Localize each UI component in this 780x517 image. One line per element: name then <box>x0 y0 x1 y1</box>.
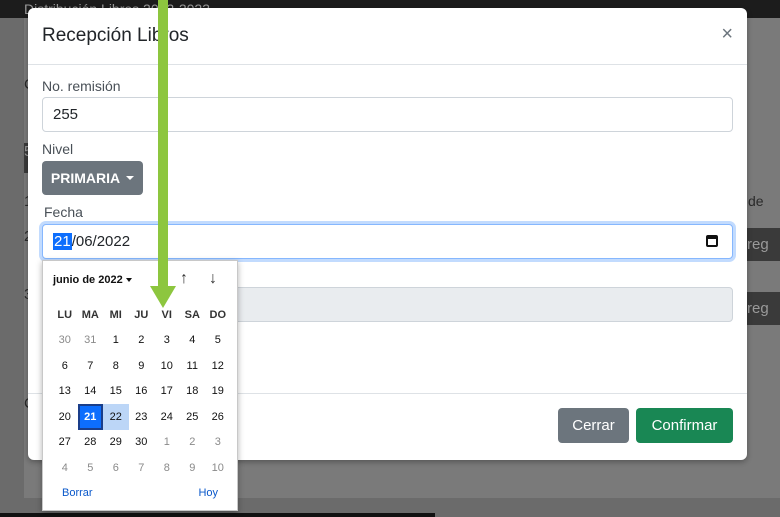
weekday-label: SA <box>184 308 200 321</box>
calendar-day[interactable]: 2 <box>129 328 155 354</box>
fecha-label: Fecha <box>44 204 83 220</box>
weekday-label: VI <box>161 308 172 321</box>
month-label: junio de 2022 <box>53 274 123 286</box>
calendar-day[interactable]: 5 <box>205 328 231 354</box>
calendar-day[interactable]: 22 <box>103 404 129 430</box>
calendar-day[interactable]: 28 <box>78 430 104 456</box>
calendar-week-row: 13 14 15 16 17 18 19 <box>52 379 232 405</box>
calendar-week-row: 4 5 6 7 8 9 10 <box>52 455 232 481</box>
calendar-day[interactable]: 10 <box>205 455 231 481</box>
confirmar-button[interactable]: Confirmar <box>636 408 733 443</box>
date-picker-popup: junio de 2022 ↑ ↓ LU MA MI JU VI SA DO 30 31 1 2 3 4… <box>42 260 238 511</box>
calendar-day[interactable]: 27 <box>52 430 78 456</box>
background-button: reg <box>747 228 780 261</box>
calendar-day[interactable]: 16 <box>129 379 155 405</box>
background-bottom-bar <box>0 513 435 517</box>
cerrar-button[interactable]: Cerrar <box>558 408 629 443</box>
calendar-day[interactable]: 31 <box>78 328 104 354</box>
nivel-dropdown-button[interactable]: PRIMARIA <box>42 161 143 195</box>
calendar-day[interactable]: 3 <box>205 430 231 456</box>
calendar-day[interactable]: 14 <box>78 379 104 405</box>
modal-header: Recepción Libros × <box>28 8 747 65</box>
clear-date-link[interactable]: Borrar <box>62 487 93 499</box>
calendar-day[interactable]: 1 <box>103 328 129 354</box>
calendar-day[interactable]: 7 <box>129 455 155 481</box>
calendar-day[interactable]: 4 <box>52 455 78 481</box>
calendar-week-row: 27 28 29 30 1 2 3 <box>52 430 232 456</box>
calendar-day[interactable]: 9 <box>129 353 155 379</box>
calendar-day-selected[interactable]: 21 <box>77 404 103 430</box>
caret-down-icon <box>125 278 132 283</box>
calendar-day[interactable]: 1 <box>154 430 180 456</box>
calendar-week-row: 30 31 1 2 3 4 5 <box>52 328 232 354</box>
calendar-day[interactable]: 9 <box>180 455 206 481</box>
calendar-day[interactable]: 2 <box>180 430 206 456</box>
calendar-day[interactable]: 4 <box>180 328 206 354</box>
month-selector[interactable]: junio de 2022 <box>53 274 132 286</box>
fecha-rest: /06/2022 <box>71 233 131 250</box>
calendar-day[interactable]: 26 <box>205 404 231 430</box>
fecha-day-segment[interactable]: 21 <box>53 233 72 250</box>
weekday-header-row: LU MA MI JU VI SA DO <box>52 302 232 328</box>
calendar-day[interactable]: 13 <box>52 379 78 405</box>
previous-month-arrow-icon[interactable]: ↑ <box>180 270 188 288</box>
fecha-date-input[interactable]: 21/06/2022 <box>42 224 733 259</box>
background-button: reg <box>747 292 780 325</box>
close-icon[interactable]: × <box>721 24 733 44</box>
weekday-label: LU <box>57 308 73 321</box>
caret-down-icon <box>126 176 135 180</box>
calendar-day[interactable]: 20 <box>52 404 78 430</box>
calendar-day[interactable]: 10 <box>154 353 180 379</box>
calendar-day[interactable]: 6 <box>103 455 129 481</box>
nivel-value: PRIMARIA <box>50 170 121 186</box>
calendar-day[interactable]: 8 <box>103 353 129 379</box>
calendar-icon[interactable] <box>706 235 718 247</box>
calendar-day[interactable]: 3 <box>154 328 180 354</box>
calendar-day[interactable]: 7 <box>78 353 104 379</box>
nivel-label: Nivel <box>42 141 74 157</box>
calendar-day[interactable]: 12 <box>205 353 231 379</box>
calendar-grid: LU MA MI JU VI SA DO 30 31 1 2 3 4 5 6 7 8 9 10 11 12 13 14 15 1… <box>52 302 232 481</box>
weekday-label: DO <box>209 308 227 321</box>
calendar-day[interactable]: 30 <box>129 430 155 456</box>
calendar-week-row: 6 7 8 9 10 11 12 <box>52 353 232 379</box>
modal-title: Recepción Libros <box>42 25 189 46</box>
calendar-day[interactable]: 30 <box>52 328 78 354</box>
calendar-day[interactable]: 5 <box>78 455 104 481</box>
calendar-day[interactable]: 24 <box>154 404 180 430</box>
remision-input[interactable]: 255 <box>42 97 733 132</box>
calendar-day[interactable]: 6 <box>52 353 78 379</box>
weekday-label: JU <box>134 308 149 321</box>
weekday-label: MI <box>109 308 122 321</box>
background-fragment: de <box>748 193 764 209</box>
calendar-day[interactable]: 15 <box>103 379 129 405</box>
remision-value: 255 <box>53 106 79 123</box>
calendar-day[interactable]: 18 <box>180 379 206 405</box>
calendar-day[interactable]: 11 <box>180 353 206 379</box>
calendar-day[interactable]: 23 <box>129 404 155 430</box>
calendar-week-row: 20 21 22 23 24 25 26 <box>52 404 232 430</box>
calendar-day[interactable]: 8 <box>154 455 180 481</box>
remision-label: No. remisión <box>42 78 121 94</box>
calendar-day[interactable]: 29 <box>103 430 129 456</box>
today-link[interactable]: Hoy <box>198 487 218 499</box>
calendar-day[interactable]: 17 <box>154 379 180 405</box>
weekday-label: MA <box>81 308 99 321</box>
calendar-day[interactable]: 19 <box>205 379 231 405</box>
next-month-arrow-icon[interactable]: ↓ <box>209 270 217 288</box>
calendar-day[interactable]: 25 <box>180 404 206 430</box>
